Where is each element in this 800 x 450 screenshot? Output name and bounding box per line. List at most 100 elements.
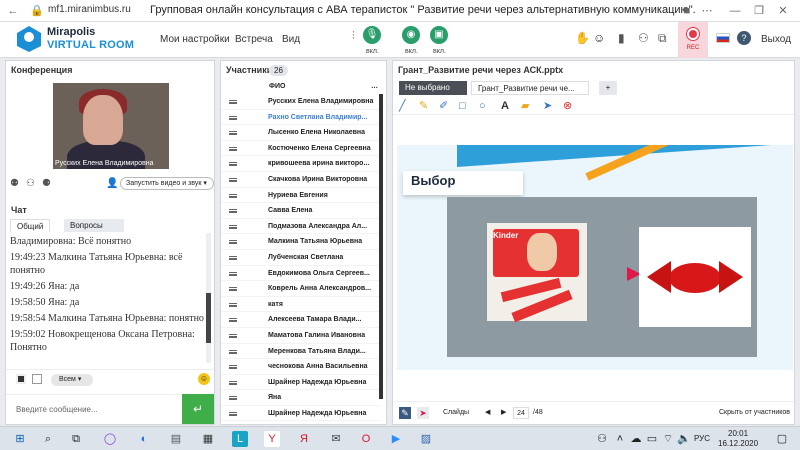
drag-handle-icon[interactable] — [229, 380, 237, 385]
drag-handle-icon[interactable] — [229, 287, 237, 292]
message-input[interactable]: Введите сообщение... — [6, 394, 181, 424]
windows-start-icon[interactable]: ⊞ — [12, 431, 28, 447]
audio-icon[interactable]: ⚉ — [10, 178, 19, 189]
network-icon[interactable]: ⌔ — [660, 431, 676, 447]
notifications-icon[interactable]: ▢ — [774, 431, 790, 447]
drag-handle-icon[interactable] — [229, 115, 237, 120]
pencil-tool-icon[interactable]: ✎ — [419, 100, 428, 112]
search-icon[interactable]: ⌕ — [40, 431, 56, 447]
drag-handle-icon[interactable] — [229, 240, 237, 245]
layers-icon[interactable]: ⧉ — [658, 31, 667, 46]
user-audio-icon[interactable]: ⚇ — [26, 178, 35, 189]
drag-handle-icon[interactable] — [229, 349, 237, 354]
drag-handle-icon[interactable] — [229, 100, 237, 104]
drag-handle-icon[interactable] — [229, 177, 237, 182]
exit-button[interactable]: Выход — [761, 34, 791, 45]
menu-view[interactable]: Вид — [282, 34, 300, 45]
participant-row[interactable]: Костюченко Елена Сергеевна — [221, 141, 381, 157]
drag-handle-icon[interactable] — [229, 365, 237, 370]
participant-row[interactable]: Скачкова Ирина Викторовна — [221, 172, 381, 188]
user-video-icon[interactable]: ⚈ — [42, 178, 51, 189]
pointer-mode-icon[interactable]: ➤ — [417, 407, 429, 419]
menu-my-settings[interactable]: Мои настройки — [160, 34, 230, 45]
onedrive-icon[interactable]: ☁ — [628, 431, 644, 447]
drag-handle-icon[interactable] — [229, 209, 237, 214]
alice-icon[interactable]: ◯ — [102, 431, 118, 447]
participant-row[interactable]: Яна — [221, 390, 381, 406]
participant-row[interactable]: Шрайнер Надежда Юрьевна — [221, 375, 381, 391]
raise-hand-icon[interactable]: ✋ — [575, 31, 590, 45]
participant-row[interactable]: Шрайнер Надежда Юрьевна — [221, 406, 381, 422]
camera-toggle-icon[interactable]: ◉ — [402, 26, 420, 44]
clear-tool-icon[interactable]: ⊗ — [563, 100, 572, 112]
participants-scrollbar[interactable] — [379, 94, 383, 399]
drag-handle-icon[interactable] — [229, 255, 237, 260]
input-language[interactable]: РУС — [694, 434, 710, 443]
screen-share-icon[interactable]: ▣ — [430, 26, 448, 44]
zoom-icon[interactable]: ▶ — [388, 431, 404, 447]
drag-handle-icon[interactable] — [229, 318, 237, 323]
opera-icon[interactable]: O — [358, 431, 374, 447]
participant-row[interactable]: Нуриева Евгения — [221, 188, 381, 204]
emoji-icon[interactable]: ☺ — [593, 31, 605, 45]
explorer-icon[interactable]: ▤ — [168, 431, 184, 447]
drag-handle-icon[interactable] — [229, 162, 237, 167]
mic-settings-icon[interactable]: ⫶ — [352, 30, 355, 43]
mic-icon[interactable]: 🎙 — [363, 26, 381, 44]
drag-handle-icon[interactable] — [229, 396, 237, 401]
pen-tool-icon[interactable]: ✐ — [439, 100, 448, 112]
line-tool-icon[interactable]: ╱ — [399, 100, 406, 112]
help-icon[interactable]: ? — [737, 31, 751, 45]
participant-row[interactable]: Меренкова Татьяна Влади... — [221, 344, 381, 360]
tab-presentation-file[interactable]: Грант_Развитие речи че... — [471, 81, 589, 95]
emoji-picker-icon[interactable]: ☺ — [198, 373, 210, 385]
video-feed[interactable]: Русских Елена Владимировна — [53, 83, 169, 169]
drag-handle-icon[interactable] — [229, 302, 237, 307]
stats-icon[interactable]: ▮ — [618, 31, 625, 45]
yandex-browser-icon[interactable]: Y — [264, 431, 280, 447]
drag-handle-icon[interactable] — [229, 271, 237, 276]
tab-questions[interactable]: Вопросы — [64, 219, 124, 232]
chat-scroll-thumb[interactable] — [206, 293, 211, 343]
draw-mode-icon[interactable]: ✎ — [399, 407, 411, 419]
task-view-icon[interactable]: ⧉ — [68, 431, 84, 447]
drag-handle-icon[interactable] — [229, 131, 237, 136]
highlighter-tool-icon[interactable]: ▰ — [521, 100, 529, 112]
participant-row[interactable]: чеснокова Анна Васильевна — [221, 359, 381, 375]
maximize-icon[interactable]: ❐ — [752, 4, 766, 18]
more-icon[interactable]: … — [371, 81, 378, 93]
participant-row[interactable]: Маматова Галина Ивановна — [221, 328, 381, 344]
minimize-icon[interactable]: — — [728, 4, 742, 18]
send-button[interactable]: ↵ — [182, 394, 214, 424]
tab-add[interactable]: + — [599, 81, 617, 95]
drag-handle-icon[interactable] — [229, 224, 237, 229]
tab-not-selected[interactable]: Не выбрано — [399, 81, 467, 95]
slide-canvas[interactable]: Выбор Kinder — [397, 145, 793, 370]
menu-meeting[interactable]: Встреча — [235, 34, 273, 45]
drag-handle-icon[interactable] — [229, 411, 237, 416]
edge-icon[interactable]: ◐ — [136, 431, 152, 447]
participant-row[interactable]: Лысенко Елена Николаевна — [221, 125, 381, 141]
camera-icon[interactable]: ■ — [680, 4, 694, 18]
clock[interactable]: 20:01 16.12.2020 — [718, 429, 758, 449]
drag-handle-icon[interactable] — [229, 333, 237, 338]
pointer-tool-icon[interactable]: ➤ — [543, 100, 552, 112]
volume-icon[interactable]: 🔈 — [676, 431, 692, 447]
photos-icon[interactable]: ▨ — [418, 431, 434, 447]
tray-chevron-icon[interactable]: ˄ — [612, 431, 628, 447]
yandex-icon[interactable]: Я — [296, 431, 312, 447]
window-menu-icon[interactable]: ⋯ — [700, 4, 714, 18]
participant-row[interactable]: катя — [221, 297, 381, 313]
store-icon[interactable]: ▦ — [200, 431, 216, 447]
bg-color-icon[interactable] — [32, 374, 42, 384]
record-button[interactable]: REC — [678, 22, 708, 58]
rectangle-tool-icon[interactable]: □ — [459, 100, 466, 112]
participant-row[interactable]: Савва Елена — [221, 203, 381, 219]
url-text[interactable]: mf1.miranimbus.ru — [48, 4, 131, 15]
start-video-select[interactable]: Запустить видео и звук ▾ — [120, 177, 214, 190]
participant-row[interactable]: Малкина Татьяна Юрьевна — [221, 234, 381, 250]
next-slide-icon[interactable]: ▶ — [501, 402, 506, 424]
slide-number-input[interactable]: 24 — [513, 407, 529, 419]
slides-label[interactable]: Слайды — [443, 402, 469, 424]
drag-handle-icon[interactable] — [229, 146, 237, 151]
